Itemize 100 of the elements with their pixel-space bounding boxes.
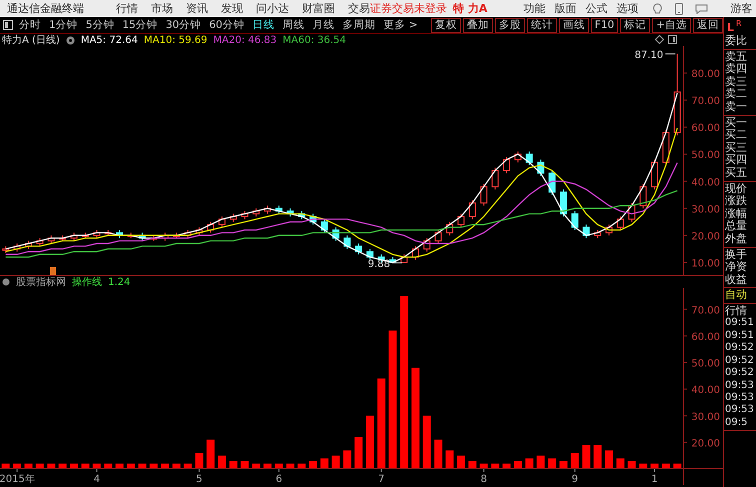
menu-item[interactable]: 财富圈 bbox=[302, 1, 335, 16]
toolbar-button[interactable]: 画线 bbox=[558, 18, 589, 32]
quote-label: 卖一 bbox=[724, 100, 748, 114]
axis-label: 70.00 bbox=[691, 96, 720, 108]
candlestick bbox=[434, 230, 442, 244]
panel-toggle-icon[interactable] bbox=[3, 20, 13, 30]
toolbar-button[interactable]: +自选 bbox=[652, 18, 691, 32]
candlestick bbox=[582, 224, 590, 239]
candlestick bbox=[628, 202, 636, 222]
candlestick bbox=[616, 216, 624, 230]
toolbar-button[interactable]: 标记 bbox=[620, 18, 650, 32]
indicator-bar bbox=[116, 464, 124, 469]
indicator-bar bbox=[36, 464, 44, 469]
axis-label: 30.00 bbox=[691, 412, 720, 423]
indicator-bar bbox=[582, 445, 590, 469]
user-name[interactable]: 游客 bbox=[730, 1, 752, 16]
time-label: 09:53 bbox=[724, 392, 755, 404]
quote-label: 买一 bbox=[724, 116, 748, 129]
phone-icon[interactable] bbox=[675, 2, 684, 14]
candlestick bbox=[640, 184, 647, 209]
chart-title: 特力A (日线) bbox=[2, 34, 60, 47]
date-label: 9 bbox=[572, 474, 578, 485]
candlestick bbox=[286, 208, 294, 217]
indicator-bar bbox=[195, 453, 204, 469]
indicator-bar bbox=[13, 464, 22, 469]
toolbar-button[interactable]: 复权 bbox=[430, 18, 461, 32]
axis-label: 10.00 bbox=[691, 258, 720, 270]
toolbar-button[interactable]: 统计 bbox=[526, 18, 557, 32]
quote-label[interactable]: 自动 bbox=[724, 289, 756, 302]
quote-label: 收益 bbox=[724, 274, 748, 286]
menu-item[interactable]: 问小达 bbox=[256, 1, 289, 16]
indicator-settings-icon[interactable] bbox=[2, 278, 10, 286]
candlestick bbox=[332, 226, 340, 242]
period-tab[interactable]: 更多 > bbox=[384, 18, 418, 32]
quote-label: 涨幅 bbox=[724, 208, 748, 220]
indicator-bar bbox=[446, 450, 454, 469]
indicator-bar bbox=[138, 464, 146, 469]
quote-label: 涨跌 bbox=[724, 195, 748, 208]
period-tab[interactable]: 分时 bbox=[19, 18, 41, 32]
time-label: 09:52 bbox=[724, 354, 755, 368]
menu-item[interactable]: 发现 bbox=[221, 1, 243, 16]
badge-letter[interactable]: L bbox=[726, 22, 734, 34]
period-tab[interactable]: 周线 bbox=[282, 18, 304, 32]
badge-letter[interactable]: R bbox=[735, 19, 742, 28]
toolbar-button[interactable]: 返回 bbox=[693, 18, 723, 32]
indicator-name[interactable]: 股票指标网 bbox=[16, 275, 66, 289]
date-label: 4 bbox=[94, 474, 100, 485]
candlestick bbox=[252, 208, 260, 217]
period-tab[interactable]: 5分钟 bbox=[86, 18, 114, 32]
time-label: 09:52 bbox=[724, 367, 755, 380]
period-tab[interactable]: 60分钟 bbox=[209, 18, 244, 32]
period-tab[interactable]: 多周期 bbox=[342, 18, 376, 32]
quote-label: 总量 bbox=[724, 220, 748, 233]
toolbar-button[interactable]: 叠加 bbox=[462, 18, 493, 32]
stock-name: 特 力A bbox=[453, 1, 488, 16]
candlestick bbox=[310, 213, 317, 226]
indicator-bar bbox=[104, 464, 112, 469]
candlestick bbox=[526, 151, 533, 166]
indicator-bar bbox=[650, 464, 659, 469]
menu-item[interactable]: 交易 bbox=[348, 1, 370, 16]
period-tab[interactable]: 日线 bbox=[252, 18, 274, 32]
period-tab[interactable]: 15分钟 bbox=[122, 18, 158, 32]
candlestick bbox=[560, 188, 567, 217]
quote-label: 卖三 bbox=[724, 76, 748, 88]
toolbar-button[interactable]: F10 bbox=[590, 18, 618, 32]
period-tab[interactable]: 月线 bbox=[312, 18, 334, 32]
menu-item[interactable]: 行情 bbox=[116, 1, 138, 16]
diamond-icon[interactable] bbox=[655, 35, 664, 44]
menu-item[interactable]: 选项 bbox=[616, 1, 638, 16]
candlestick bbox=[503, 156, 510, 174]
indicator-bar bbox=[47, 464, 56, 469]
period-tab[interactable]: 1分钟 bbox=[49, 18, 78, 32]
settings-icon[interactable] bbox=[66, 36, 75, 44]
panel-icon[interactable] bbox=[668, 35, 677, 44]
event-marker-icon[interactable] bbox=[50, 267, 56, 275]
toolbar-button[interactable]: 多股 bbox=[494, 18, 525, 32]
time-label: 09:52 bbox=[724, 342, 755, 355]
app-title: 通达信金融终端 bbox=[7, 1, 84, 16]
menu-item[interactable]: 功能 bbox=[523, 1, 546, 16]
menu-item[interactable]: 市场 bbox=[151, 1, 173, 16]
lightbulb-icon[interactable] bbox=[652, 2, 664, 14]
candlestick bbox=[389, 256, 396, 263]
candlestick bbox=[138, 232, 146, 242]
menu-item[interactable]: 资讯 bbox=[186, 1, 208, 16]
period-tab[interactable]: 30分钟 bbox=[166, 18, 202, 32]
candlestick bbox=[14, 243, 21, 252]
login-status[interactable]: 证券交易未登录 bbox=[370, 1, 447, 16]
candlestick bbox=[230, 213, 237, 222]
legend-value: : 46.83 bbox=[241, 34, 277, 46]
indicator-bar bbox=[480, 464, 488, 469]
message-icon[interactable] bbox=[695, 4, 708, 14]
indicator-bar bbox=[662, 464, 670, 469]
indicator-bar bbox=[264, 464, 272, 469]
menu-item[interactable]: 公式 bbox=[585, 1, 608, 16]
leader-line bbox=[392, 262, 403, 264]
menu-item[interactable]: 版面 bbox=[554, 1, 576, 16]
candlestick bbox=[298, 210, 306, 220]
date-label: 1 bbox=[651, 474, 658, 485]
quote-label: 买二 bbox=[724, 129, 748, 142]
candlestick bbox=[218, 216, 226, 228]
